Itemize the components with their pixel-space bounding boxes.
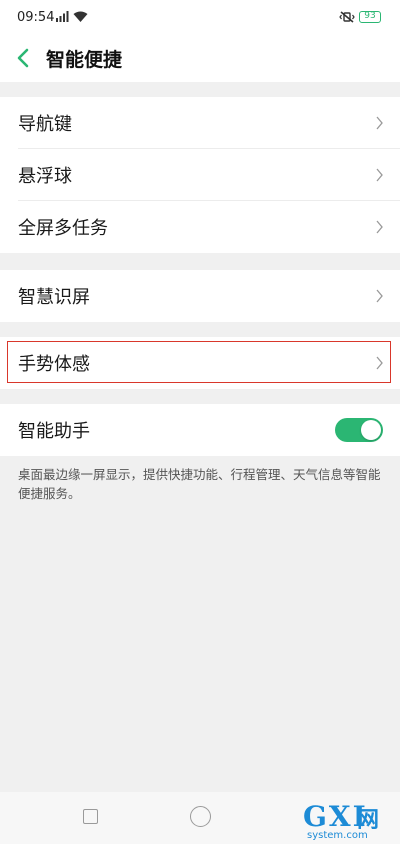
settings-item-label: 智慧识屏 [18, 287, 90, 308]
settings-group-assistant: 智能助手 [0, 404, 400, 456]
vibrate-icon [339, 11, 355, 23]
chevron-right-icon [376, 220, 383, 234]
highlight-box [7, 341, 391, 383]
header: 智能便捷 [0, 36, 400, 82]
settings-group-smart-screen: 智慧识屏 [0, 270, 400, 322]
settings-item-label: 悬浮球 [18, 166, 72, 187]
page-title: 智能便捷 [46, 49, 123, 71]
settings-item-fullscreen-multitask[interactable]: 全屏多任务 [0, 201, 400, 253]
status-bar: 09:54 93 [0, 0, 400, 36]
signal-icon [56, 11, 69, 22]
settings-item-smart-assistant: 智能助手 [0, 404, 400, 456]
settings-item-label: 全屏多任务 [18, 218, 108, 239]
settings-item-label: 智能助手 [18, 421, 90, 442]
assistant-description: 桌面最边缘一屏显示，提供快捷功能、行程管理、天气信息等智能便捷服务。 [18, 467, 381, 501]
chevron-right-icon [376, 289, 383, 303]
settings-item-floating-ball[interactable]: 悬浮球 [0, 149, 400, 201]
recent-apps-button[interactable] [83, 809, 98, 824]
settings-item-navigation-keys[interactable]: 导航键 [0, 97, 400, 149]
toggle-knob [361, 420, 381, 440]
wifi-icon [73, 11, 88, 22]
battery-icon: 93 [359, 11, 381, 23]
watermark-logo: GXI 网 system.com [303, 800, 399, 844]
chevron-right-icon [376, 168, 383, 182]
settings-group-navigation: 导航键 悬浮球 全屏多任务 [0, 97, 400, 253]
settings-item-smart-screen-recognition[interactable]: 智慧识屏 [0, 270, 400, 322]
settings-item-label: 导航键 [18, 114, 72, 135]
back-arrow-icon[interactable] [10, 44, 38, 72]
status-time: 09:54 [17, 10, 55, 25]
home-button[interactable] [190, 806, 211, 827]
watermark-domain: system.com [307, 830, 368, 841]
smart-assistant-toggle[interactable] [335, 418, 383, 442]
chevron-right-icon [376, 116, 383, 130]
